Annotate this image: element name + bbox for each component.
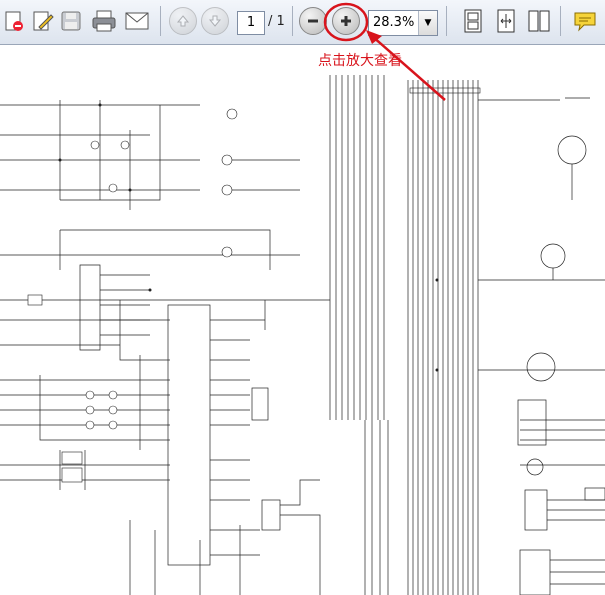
page-number-input[interactable]: 1 bbox=[237, 11, 265, 35]
toolbar-separator bbox=[446, 6, 447, 36]
email-icon[interactable] bbox=[122, 6, 152, 36]
toolbar-separator bbox=[560, 6, 561, 36]
fit-page-icon[interactable] bbox=[458, 6, 488, 36]
two-page-icon[interactable] bbox=[524, 6, 554, 36]
prev-page-icon[interactable] bbox=[168, 6, 198, 36]
toolbar-separator bbox=[160, 6, 161, 36]
print-icon[interactable] bbox=[89, 6, 119, 36]
edit-icon[interactable] bbox=[28, 6, 58, 36]
next-page-icon[interactable] bbox=[200, 6, 230, 36]
chevron-down-icon[interactable]: ▼ bbox=[418, 11, 437, 35]
zoom-out-icon[interactable] bbox=[298, 6, 328, 36]
fit-width-icon[interactable] bbox=[491, 6, 521, 36]
toolbar-separator bbox=[292, 6, 293, 36]
page-total-label: / 1 bbox=[268, 14, 285, 29]
zoom-value: 28.3% bbox=[373, 15, 415, 30]
document-canvas[interactable] bbox=[0, 2, 605, 595]
wiring-diagram bbox=[0, 75, 605, 595]
comment-icon[interactable] bbox=[570, 6, 600, 36]
zoom-in-icon[interactable] bbox=[331, 6, 361, 36]
zoom-select[interactable]: 28.3% ▼ bbox=[368, 10, 438, 36]
open-icon[interactable] bbox=[0, 6, 30, 36]
pdf-toolbar: 1 / 1 28.3% ▼ bbox=[0, 0, 605, 45]
annotation-text: 点击放大查看 bbox=[318, 53, 402, 69]
save-icon[interactable] bbox=[56, 6, 86, 36]
